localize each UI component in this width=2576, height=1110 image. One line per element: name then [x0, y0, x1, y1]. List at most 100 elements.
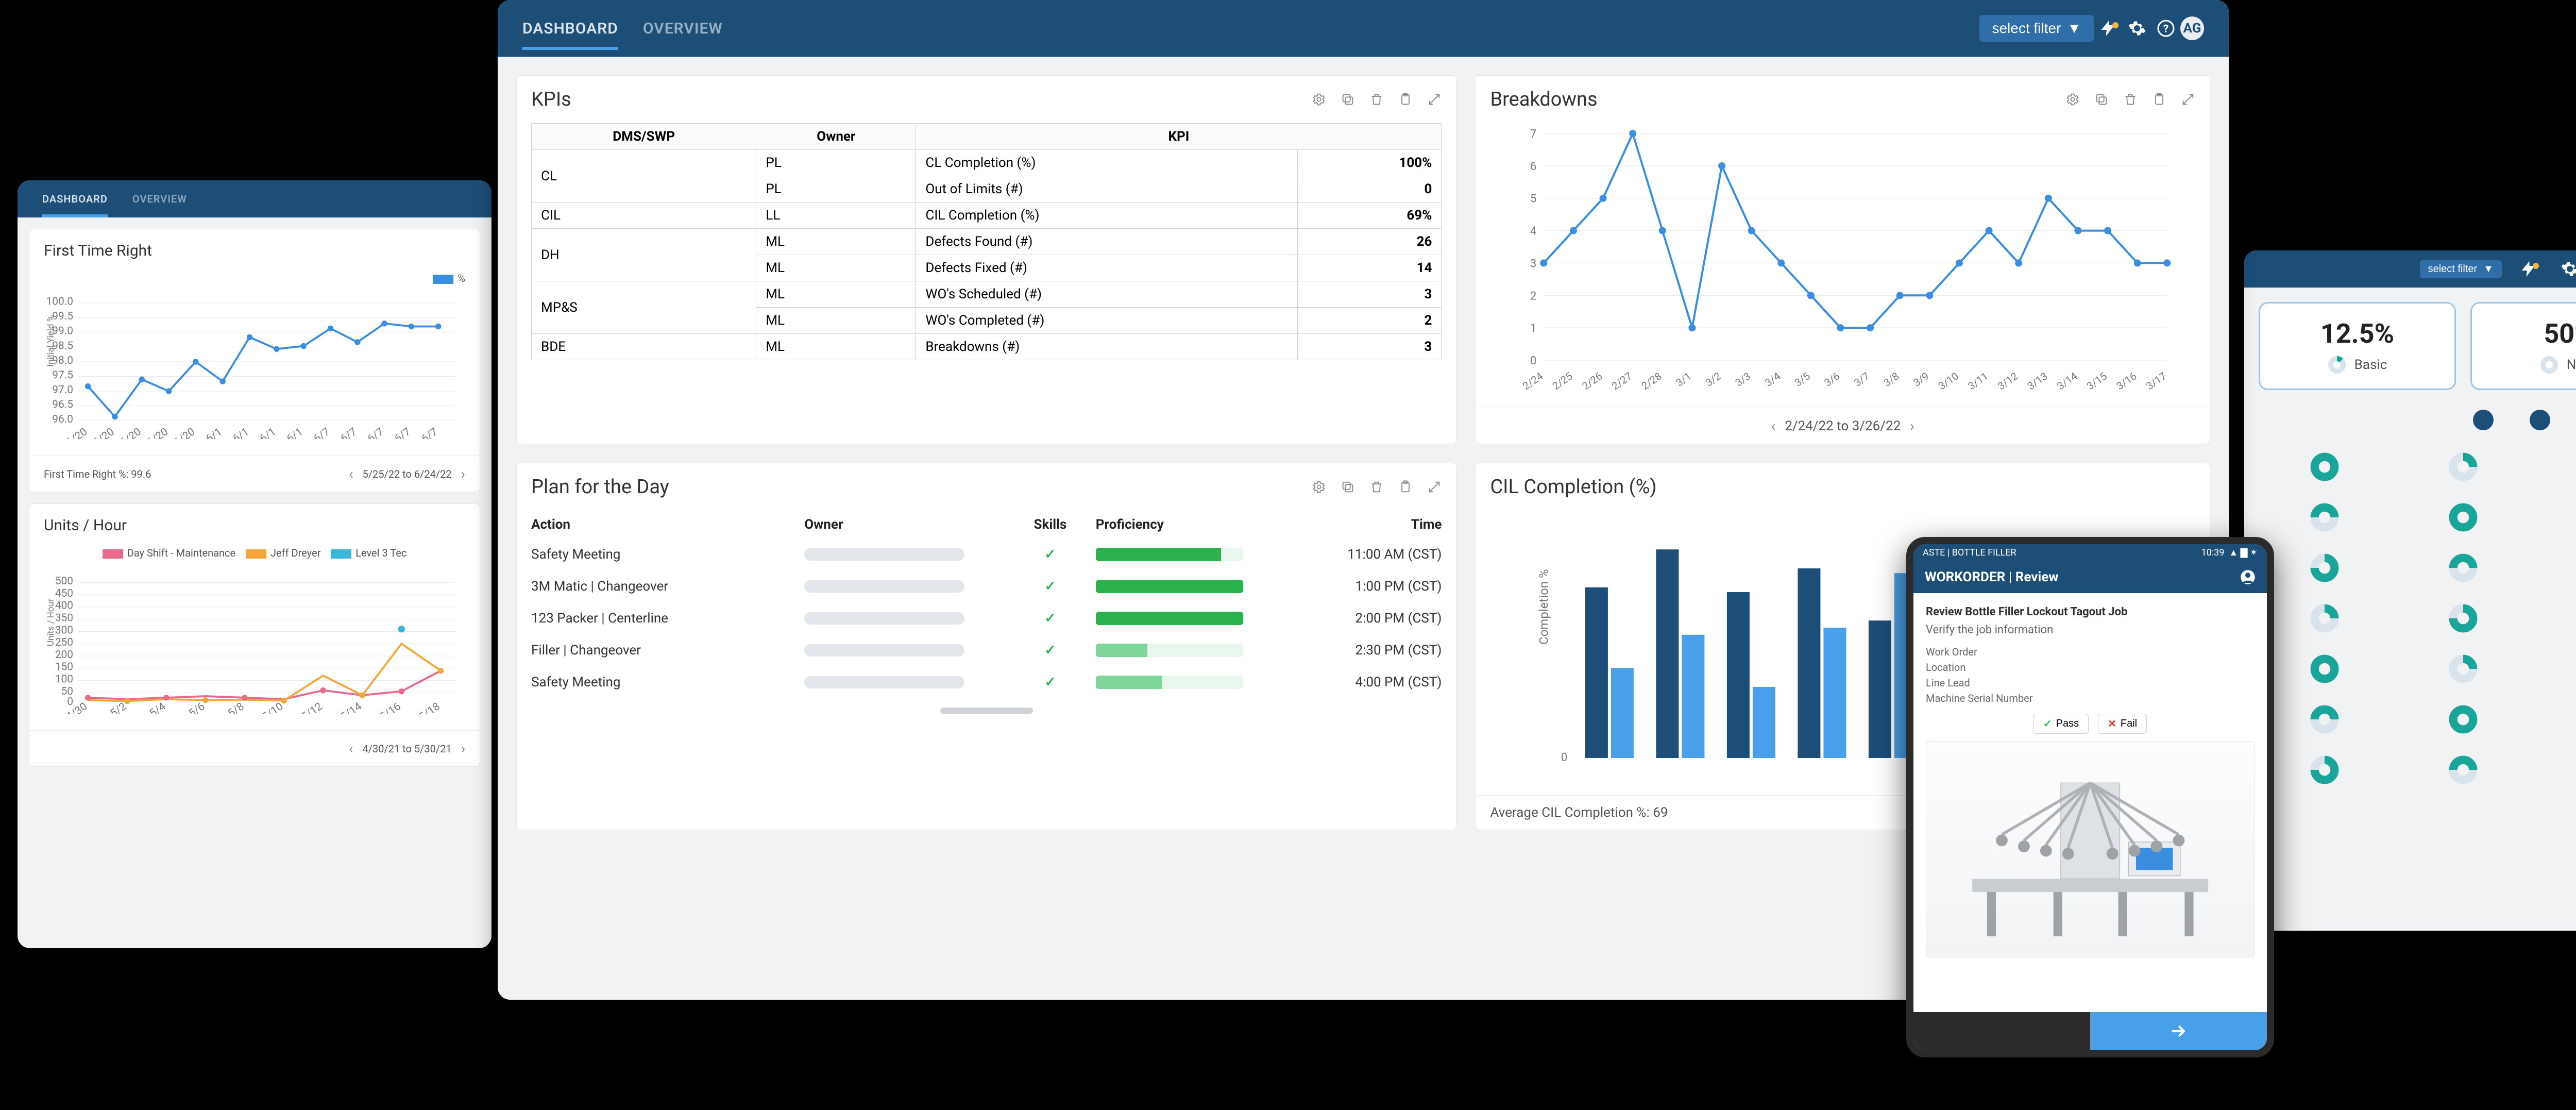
- next-button[interactable]: [2090, 1012, 2267, 1050]
- cell-skills: ✓: [1005, 579, 1096, 594]
- donut-cell[interactable]: [2410, 452, 2517, 482]
- plan-row[interactable]: Filler | Changeover✓2:30 PM (CST): [531, 634, 1442, 666]
- scroll-hint[interactable]: [940, 708, 1033, 714]
- column-header-dot: [2530, 410, 2550, 430]
- user-icon[interactable]: [2240, 569, 2256, 585]
- tab-dashboard[interactable]: DASHBOARD: [42, 180, 108, 217]
- cell-group: MP&S: [532, 281, 756, 334]
- avatar[interactable]: AG: [2180, 16, 2204, 40]
- svg-text:3/15: 3/15: [2084, 369, 2109, 391]
- donut-cell[interactable]: [2271, 553, 2379, 583]
- donut-cell[interactable]: [2410, 553, 2517, 583]
- stat-card-none[interactable]: 50% None: [2470, 302, 2576, 390]
- donut-cell[interactable]: [2271, 704, 2379, 734]
- filter-dropdown[interactable]: select filter▼: [2420, 260, 2502, 278]
- cell-proficiency: [1096, 644, 1260, 657]
- footer-left[interactable]: [1913, 1012, 2090, 1050]
- cell-skills: ✓: [1005, 611, 1096, 626]
- tab-dashboard[interactable]: DASHBOARD: [522, 7, 618, 50]
- donut-cell[interactable]: [2410, 704, 2517, 734]
- filter-dropdown[interactable]: select filter▼: [1979, 15, 2094, 42]
- cell-value: 2: [1298, 308, 1442, 334]
- clipboard-icon[interactable]: [2152, 92, 2166, 107]
- cil-footer: Average CIL Completion %: 69: [1490, 805, 1668, 820]
- svg-text:96.0: 96.0: [52, 413, 73, 426]
- chevron-left-icon[interactable]: ‹: [349, 465, 353, 482]
- donut-cell[interactable]: [2271, 452, 2379, 482]
- svg-text:2/24: 2/24: [1520, 369, 1545, 391]
- clipboard-icon[interactable]: [1398, 92, 1413, 107]
- donut-cell[interactable]: [2548, 755, 2576, 785]
- expand-icon[interactable]: [1427, 480, 1442, 494]
- svg-text:6/1: 6/1: [258, 426, 278, 439]
- svg-text:2: 2: [1530, 290, 1536, 302]
- gear-icon[interactable]: [1312, 480, 1326, 494]
- svg-text:6/20: 6/20: [91, 426, 117, 439]
- cell-owner: PL: [756, 176, 916, 203]
- tab-overview[interactable]: OVERVIEW: [643, 7, 723, 50]
- svg-text:6/7: 6/7: [419, 426, 440, 439]
- copy-icon[interactable]: [1341, 92, 1355, 107]
- expand-icon[interactable]: [1427, 92, 1442, 107]
- expand-icon[interactable]: [2181, 92, 2195, 107]
- donut-cell[interactable]: [2410, 654, 2517, 684]
- svg-text:100: 100: [55, 673, 73, 685]
- donut-cell[interactable]: [2410, 502, 2517, 532]
- cell-skills: ✓: [1005, 675, 1096, 690]
- stat-card-basic[interactable]: 12.5% Basic: [2259, 302, 2456, 390]
- trash-icon[interactable]: [2123, 92, 2138, 107]
- trash-icon[interactable]: [1369, 92, 1384, 107]
- donut-cell[interactable]: [2548, 553, 2576, 583]
- donut-cell[interactable]: [2548, 654, 2576, 684]
- donut-cell[interactable]: [2271, 502, 2379, 532]
- donut-cell[interactable]: [2548, 603, 2576, 633]
- svg-text:3/8: 3/8: [1882, 369, 1902, 389]
- tab-overview[interactable]: OVERVIEW: [132, 180, 187, 217]
- donut-cell[interactable]: [2271, 603, 2379, 633]
- cell-proficiency: [1096, 676, 1260, 689]
- gear-icon[interactable]: [1312, 92, 1326, 107]
- donut-cell[interactable]: [2548, 452, 2576, 482]
- donut-cell[interactable]: [2548, 502, 2576, 532]
- svg-text:1: 1: [1530, 322, 1536, 335]
- gear-icon[interactable]: [2123, 19, 2151, 38]
- donut-cell[interactable]: [2410, 755, 2517, 785]
- pass-button[interactable]: ✓Pass: [2033, 714, 2089, 734]
- donut-cell[interactable]: [2548, 704, 2576, 734]
- cell-value: 69%: [1298, 203, 1442, 229]
- chevron-right-icon[interactable]: ›: [1910, 417, 1914, 434]
- cell-value: 26: [1298, 229, 1442, 255]
- bolt-icon[interactable]: [2514, 260, 2543, 278]
- cell-owner: ML: [756, 308, 916, 334]
- chevron-right-icon[interactable]: ›: [461, 465, 465, 482]
- plan-row[interactable]: 123 Packer | Centerline✓2:00 PM (CST): [531, 602, 1442, 634]
- clipboard-icon[interactable]: [1398, 480, 1413, 494]
- th-kpi: KPI: [916, 124, 1442, 150]
- donut-grid: [2259, 440, 2576, 797]
- donut-cell[interactable]: [2271, 654, 2379, 684]
- gear-icon[interactable]: [2555, 260, 2576, 278]
- trash-icon[interactable]: [1369, 480, 1384, 494]
- svg-text:5/4: 5/4: [147, 700, 168, 714]
- field-linelead: Line Lead: [1926, 677, 2255, 689]
- help-icon[interactable]: ?: [2151, 19, 2180, 38]
- chevron-right-icon[interactable]: ›: [461, 740, 465, 757]
- cell-owner: ML: [756, 334, 916, 360]
- plan-row[interactable]: 3M Matic | Changeover✓1:00 PM (CST): [531, 570, 1442, 602]
- fail-button[interactable]: ✕Fail: [2098, 714, 2147, 734]
- donut-cell[interactable]: [2410, 603, 2517, 633]
- donut-cell[interactable]: [2271, 755, 2379, 785]
- plan-row[interactable]: Safety Meeting✓11:00 AM (CST): [531, 539, 1442, 570]
- copy-icon[interactable]: [1341, 480, 1355, 494]
- copy-icon[interactable]: [2094, 92, 2109, 107]
- chevron-left-icon[interactable]: ‹: [1771, 417, 1775, 434]
- svg-text:Initial Yield %: Initial Yield %: [46, 315, 56, 367]
- cell-kpi: WO's Scheduled (#): [916, 281, 1298, 308]
- bolt-icon[interactable]: [2094, 19, 2123, 38]
- cell-value: 100%: [1298, 150, 1442, 176]
- plan-row[interactable]: Safety Meeting✓4:00 PM (CST): [531, 666, 1442, 698]
- appbar-title: WORKORDER | Review: [1925, 569, 2058, 585]
- chevron-left-icon[interactable]: ‹: [349, 740, 353, 757]
- gear-icon[interactable]: [2065, 92, 2080, 107]
- svg-text:6/7: 6/7: [338, 426, 359, 439]
